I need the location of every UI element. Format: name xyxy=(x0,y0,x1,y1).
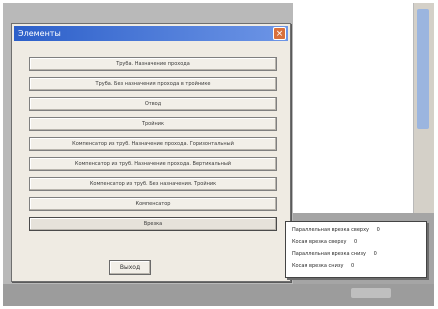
background-workspace xyxy=(293,3,413,213)
elements-dialog: Элементы × Труба. Назначение прохода Тру… xyxy=(11,23,291,282)
background-taskbar xyxy=(3,284,434,306)
pipe-passage-button[interactable]: Труба. Назначение прохода xyxy=(29,57,277,71)
popup-item-parallel-bottom[interactable]: Параллельная врезка снизу 0 xyxy=(292,250,377,258)
popup-item-value: 0 xyxy=(373,251,377,257)
dialog-titlebar: Элементы × xyxy=(14,26,288,41)
popup-item-label: Косая врезка снизу xyxy=(292,263,344,269)
close-button[interactable]: × xyxy=(273,27,286,40)
popup-item-label: Параллельная врезка сверху xyxy=(292,227,369,233)
compensator-horizontal-button[interactable]: Компенсатор из труб. Назначение прохода.… xyxy=(29,137,277,151)
taskbar-item[interactable] xyxy=(351,288,391,298)
popup-item-label: Параллельная врезка снизу xyxy=(292,251,367,257)
branch-popup-menu: Параллельная врезка сверху 0 Косая врезк… xyxy=(285,221,427,278)
popup-item-value: 0 xyxy=(376,227,380,233)
compensator-button[interactable]: Компенсатор xyxy=(29,197,277,211)
compensator-tee-button[interactable]: Компенсатор из труб. Без назначения. Тро… xyxy=(29,177,277,191)
tee-button[interactable]: Тройник xyxy=(29,117,277,131)
popup-item-label: Косая врезка сверху xyxy=(292,239,347,245)
compensator-vertical-button[interactable]: Компенсатор из труб. Назначение прохода.… xyxy=(29,157,277,171)
screen-photo: Элементы × Труба. Назначение прохода Тру… xyxy=(3,3,434,306)
popup-item-value: 0 xyxy=(354,239,358,245)
popup-item-parallel-top[interactable]: Параллельная врезка сверху 0 xyxy=(292,226,380,234)
scrollbar-thumb[interactable] xyxy=(417,9,429,129)
close-icon: × xyxy=(275,29,284,39)
pipe-tee-button[interactable]: Труба. Без назначения прохода в тройнике xyxy=(29,77,277,91)
dialog-title: Элементы xyxy=(18,29,61,38)
popup-item-value: 0 xyxy=(351,263,355,269)
bend-button[interactable]: Отвод xyxy=(29,97,277,111)
popup-item-oblique-bottom[interactable]: Косая врезка снизу 0 xyxy=(292,262,354,270)
branch-button[interactable]: Врезка xyxy=(29,217,277,231)
exit-button[interactable]: Выход xyxy=(109,260,151,275)
popup-item-oblique-top[interactable]: Косая врезка сверху 0 xyxy=(292,238,357,246)
